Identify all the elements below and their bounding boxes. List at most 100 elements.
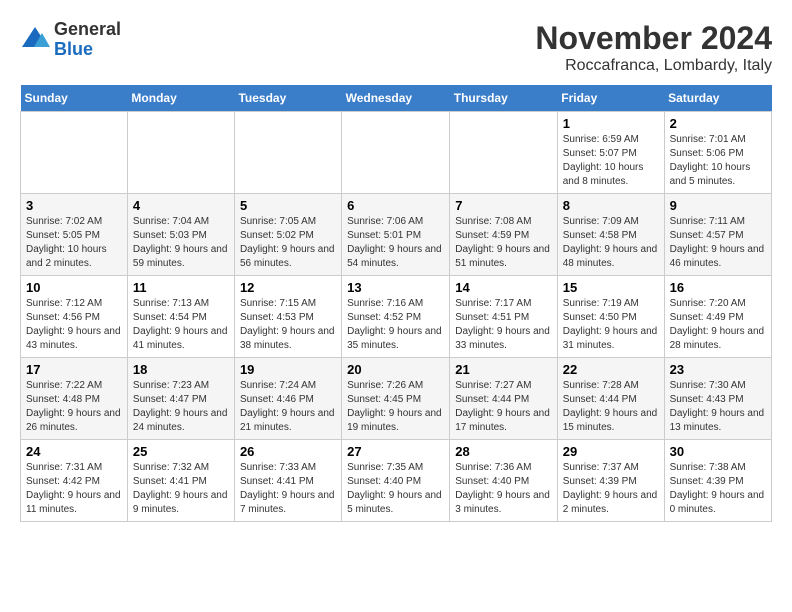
title-area: November 2024 Roccafranca, Lombardy, Ita… — [535, 20, 772, 75]
day-number: 24 — [26, 444, 122, 459]
day-number: 11 — [133, 280, 229, 295]
calendar-row-0: 1 Sunrise: 6:59 AM Sunset: 5:07 PM Daylig… — [21, 112, 772, 194]
day-info: Sunrise: 7:22 AM Sunset: 4:48 PM Dayligh… — [26, 379, 122, 435]
day-number: 6 — [347, 198, 444, 213]
calendar-cell: 1 Sunrise: 6:59 AM Sunset: 5:07 PM Daylig… — [557, 112, 664, 194]
day-number: 14 — [455, 280, 551, 295]
calendar-cell — [127, 112, 234, 194]
day-number: 28 — [455, 444, 551, 459]
calendar-table: SundayMondayTuesdayWednesdayThursdayFrid… — [20, 85, 772, 522]
logo-icon — [20, 25, 50, 55]
calendar-cell: 19Sunrise: 7:24 AM Sunset: 4:46 PM Dayli… — [234, 358, 341, 440]
day-number: 26 — [240, 444, 336, 459]
calendar-cell: 2 Sunrise: 7:01 AM Sunset: 5:06 PM Daylig… — [664, 112, 771, 194]
calendar-cell: 11Sunrise: 7:13 AM Sunset: 4:54 PM Dayli… — [127, 276, 234, 358]
day-number: 27 — [347, 444, 444, 459]
day-number: 17 — [26, 362, 122, 377]
day-info: Sunrise: 7:19 AM Sunset: 4:50 PM Dayligh… — [563, 297, 659, 353]
day-number: 9 — [670, 198, 766, 213]
calendar-row-2: 10Sunrise: 7:12 AM Sunset: 4:56 PM Dayli… — [21, 276, 772, 358]
day-info: Sunrise: 7:08 AM Sunset: 4:59 PM Dayligh… — [455, 215, 551, 271]
calendar-row-1: 3Sunrise: 7:02 AM Sunset: 5:05 PM Daylig… — [21, 194, 772, 276]
day-number: 12 — [240, 280, 336, 295]
calendar-cell: 15 Sunrise: 7:19 AM Sunset: 4:50 PM Dayli… — [557, 276, 664, 358]
calendar-cell: 27 Sunrise: 7:35 AM Sunset: 4:40 PM Dayli… — [342, 440, 450, 522]
calendar-cell: 14 Sunrise: 7:17 AM Sunset: 4:51 PM Dayli… — [450, 276, 557, 358]
day-number: 15 — [563, 280, 659, 295]
calendar-cell: 29 Sunrise: 7:37 AM Sunset: 4:39 PM Dayli… — [557, 440, 664, 522]
calendar-cell: 9 Sunrise: 7:11 AM Sunset: 4:57 PM Daylig… — [664, 194, 771, 276]
calendar-cell: 13Sunrise: 7:16 AM Sunset: 4:52 PM Dayli… — [342, 276, 450, 358]
day-info: Sunrise: 7:01 AM Sunset: 5:06 PM Dayligh… — [670, 133, 766, 189]
day-number: 30 — [670, 444, 766, 459]
day-info: Sunrise: 7:27 AM Sunset: 4:44 PM Dayligh… — [455, 379, 551, 435]
day-info: Sunrise: 7:17 AM Sunset: 4:51 PM Dayligh… — [455, 297, 551, 353]
day-number: 8 — [563, 198, 659, 213]
day-info: Sunrise: 7:04 AM Sunset: 5:03 PM Dayligh… — [133, 215, 229, 271]
calendar-cell: 26 Sunrise: 7:33 AM Sunset: 4:41 PM Dayli… — [234, 440, 341, 522]
day-info: Sunrise: 7:35 AM Sunset: 4:40 PM Dayligh… — [347, 461, 444, 517]
day-number: 20 — [347, 362, 444, 377]
calendar-cell: 28 Sunrise: 7:36 AM Sunset: 4:40 PM Dayli… — [450, 440, 557, 522]
calendar-cell: 20 Sunrise: 7:26 AM Sunset: 4:45 PM Dayli… — [342, 358, 450, 440]
day-info: Sunrise: 7:06 AM Sunset: 5:01 PM Dayligh… — [347, 215, 444, 271]
day-number: 16 — [670, 280, 766, 295]
header-monday: Monday — [127, 85, 234, 112]
calendar-cell: 4 Sunrise: 7:04 AM Sunset: 5:03 PM Daylig… — [127, 194, 234, 276]
calendar-cell — [342, 112, 450, 194]
day-info: Sunrise: 7:20 AM Sunset: 4:49 PM Dayligh… — [670, 297, 766, 353]
logo-blue-text: Blue — [54, 40, 121, 60]
day-info: Sunrise: 7:36 AM Sunset: 4:40 PM Dayligh… — [455, 461, 551, 517]
calendar-cell: 16 Sunrise: 7:20 AM Sunset: 4:49 PM Dayli… — [664, 276, 771, 358]
location-subtitle: Roccafranca, Lombardy, Italy — [535, 57, 772, 75]
calendar-cell — [21, 112, 128, 194]
header-sunday: Sunday — [21, 85, 128, 112]
day-info: Sunrise: 7:31 AM Sunset: 4:42 PM Dayligh… — [26, 461, 122, 517]
day-number: 2 — [670, 116, 766, 131]
day-info: Sunrise: 7:37 AM Sunset: 4:39 PM Dayligh… — [563, 461, 659, 517]
calendar-cell: 5 Sunrise: 7:05 AM Sunset: 5:02 PM Daylig… — [234, 194, 341, 276]
day-info: Sunrise: 7:05 AM Sunset: 5:02 PM Dayligh… — [240, 215, 336, 271]
day-number: 23 — [670, 362, 766, 377]
calendar-cell: 12 Sunrise: 7:15 AM Sunset: 4:53 PM Dayli… — [234, 276, 341, 358]
calendar-cell: 6 Sunrise: 7:06 AM Sunset: 5:01 PM Daylig… — [342, 194, 450, 276]
day-number: 13 — [347, 280, 444, 295]
day-info: Sunrise: 7:11 AM Sunset: 4:57 PM Dayligh… — [670, 215, 766, 271]
logo-general-text: General — [54, 20, 121, 40]
calendar-cell: 22 Sunrise: 7:28 AM Sunset: 4:44 PM Dayli… — [557, 358, 664, 440]
calendar-cell: 25Sunrise: 7:32 AM Sunset: 4:41 PM Dayli… — [127, 440, 234, 522]
calendar-row-3: 17 Sunrise: 7:22 AM Sunset: 4:48 PM Dayli… — [21, 358, 772, 440]
day-number: 18 — [133, 362, 229, 377]
calendar-cell: 3Sunrise: 7:02 AM Sunset: 5:05 PM Daylig… — [21, 194, 128, 276]
day-number: 3 — [26, 198, 122, 213]
day-info: Sunrise: 7:38 AM Sunset: 4:39 PM Dayligh… — [670, 461, 766, 517]
header-tuesday: Tuesday — [234, 85, 341, 112]
day-info: Sunrise: 7:09 AM Sunset: 4:58 PM Dayligh… — [563, 215, 659, 271]
calendar-cell: 8 Sunrise: 7:09 AM Sunset: 4:58 PM Daylig… — [557, 194, 664, 276]
day-number: 29 — [563, 444, 659, 459]
day-number: 21 — [455, 362, 551, 377]
calendar-cell: 17 Sunrise: 7:22 AM Sunset: 4:48 PM Dayli… — [21, 358, 128, 440]
day-number: 10 — [26, 280, 122, 295]
day-info: Sunrise: 6:59 AM Sunset: 5:07 PM Dayligh… — [563, 133, 659, 189]
calendar-cell: 10Sunrise: 7:12 AM Sunset: 4:56 PM Dayli… — [21, 276, 128, 358]
calendar-row-4: 24 Sunrise: 7:31 AM Sunset: 4:42 PM Dayli… — [21, 440, 772, 522]
calendar-cell: 24 Sunrise: 7:31 AM Sunset: 4:42 PM Dayli… — [21, 440, 128, 522]
day-number: 7 — [455, 198, 551, 213]
calendar-cell: 23Sunrise: 7:30 AM Sunset: 4:43 PM Dayli… — [664, 358, 771, 440]
day-number: 4 — [133, 198, 229, 213]
day-info: Sunrise: 7:15 AM Sunset: 4:53 PM Dayligh… — [240, 297, 336, 353]
header-thursday: Thursday — [450, 85, 557, 112]
calendar-header-row: SundayMondayTuesdayWednesdayThursdayFrid… — [21, 85, 772, 112]
day-info: Sunrise: 7:26 AM Sunset: 4:45 PM Dayligh… — [347, 379, 444, 435]
calendar-cell: 30 Sunrise: 7:38 AM Sunset: 4:39 PM Dayli… — [664, 440, 771, 522]
day-number: 5 — [240, 198, 336, 213]
header-friday: Friday — [557, 85, 664, 112]
logo: General Blue — [20, 20, 121, 60]
day-number: 22 — [563, 362, 659, 377]
day-number: 19 — [240, 362, 336, 377]
day-info: Sunrise: 7:28 AM Sunset: 4:44 PM Dayligh… — [563, 379, 659, 435]
header: General Blue November 2024 Roccafranca, … — [20, 20, 772, 75]
day-info: Sunrise: 7:33 AM Sunset: 4:41 PM Dayligh… — [240, 461, 336, 517]
day-number: 1 — [563, 116, 659, 131]
